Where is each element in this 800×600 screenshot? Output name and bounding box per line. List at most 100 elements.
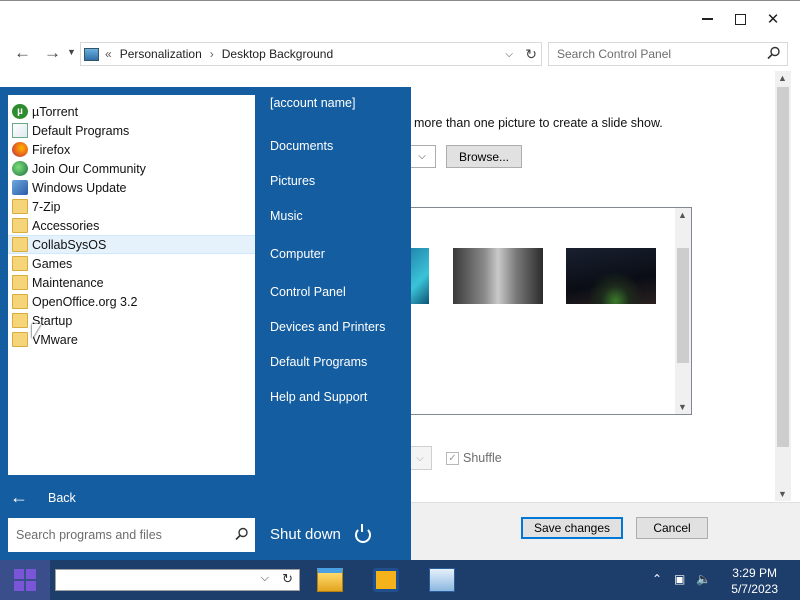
program-label: OpenOffice.org 3.2: [32, 294, 138, 309]
shut-down-button[interactable]: Shut down: [270, 523, 371, 543]
search-icon[interactable]: [767, 46, 781, 60]
clock-time: 3:29 PM: [732, 566, 777, 580]
wallpaper-gallery[interactable]: ▲ ▼: [404, 207, 692, 415]
clock-date: 5/7/2023: [731, 582, 778, 596]
start-button[interactable]: [0, 560, 50, 600]
program-item-firefox[interactable]: Firefox: [8, 140, 255, 159]
folder-icon: [12, 275, 28, 290]
cancel-button[interactable]: Cancel: [636, 517, 708, 539]
system-tray: ⌃ ▣ 🔈 3:29 PM 5/7/2023: [640, 560, 800, 600]
volume-muted-icon[interactable]: 🔈: [696, 572, 711, 586]
gallery-scrollbar[interactable]: ▲ ▼: [675, 208, 691, 414]
start-item-music[interactable]: Music: [270, 209, 303, 223]
back-arrow-icon: ←: [10, 487, 28, 507]
user-name[interactable]: [account name]: [270, 96, 400, 111]
change-interval-dropdown: ⌵: [408, 446, 432, 470]
shuffle-checkbox: ✓ Shuffle: [446, 451, 502, 465]
control-panel-icon: [84, 47, 99, 61]
window-scrollbar[interactable]: ▲ ▼: [775, 71, 791, 501]
folder-icon: [12, 199, 28, 214]
program-folder-startup[interactable]: Startup: [8, 311, 255, 330]
chevron-down-icon[interactable]: ⌵: [261, 572, 269, 585]
folder-icon: [12, 237, 28, 252]
folder-icon: [12, 256, 28, 271]
program-folder-7zip[interactable]: 7-Zip: [8, 197, 255, 216]
breadcrumb-overflow[interactable]: «: [105, 47, 112, 61]
breadcrumb-personalization[interactable]: Personalization: [120, 47, 202, 61]
default-programs-icon: [12, 123, 28, 138]
start-item-documents[interactable]: Documents: [270, 139, 333, 153]
mouse-cursor-icon: [32, 324, 41, 339]
program-item-utorrent[interactable]: µ µTorrent: [8, 102, 255, 121]
taskbar-control-panel[interactable]: [424, 564, 460, 596]
program-item-windows-update[interactable]: Windows Update: [8, 178, 255, 197]
program-item-join-community[interactable]: Join Our Community: [8, 159, 255, 178]
windows-logo-icon: [14, 569, 36, 591]
chevron-down-icon: ⌵: [418, 151, 426, 162]
maximize-button[interactable]: [723, 1, 757, 37]
navigation-bar: ← → ▼ « Personalization › Desktop Backgr…: [0, 41, 800, 67]
program-label: Windows Update: [32, 180, 127, 195]
program-folder-maintenance[interactable]: Maintenance: [8, 273, 255, 292]
program-item-default-programs[interactable]: Default Programs: [8, 121, 255, 140]
breadcrumb-desktop-background[interactable]: Desktop Background: [222, 47, 333, 61]
minimize-icon: [701, 18, 713, 20]
address-dropdown-icon[interactable]: ⌵: [505, 49, 513, 60]
folder-icon: [12, 313, 28, 328]
refresh-icon[interactable]: ↻: [282, 571, 293, 587]
browse-button[interactable]: Browse...: [446, 145, 522, 168]
folder-icon: [12, 332, 28, 347]
start-item-computer[interactable]: Computer: [270, 247, 325, 261]
start-search-input[interactable]: Search programs and files: [8, 518, 255, 552]
taskbar-file-explorer[interactable]: [312, 564, 348, 596]
program-folder-games[interactable]: Games: [8, 254, 255, 273]
control-panel-icon: [429, 568, 455, 592]
power-icon: [354, 523, 371, 543]
refresh-icon[interactable]: ↻: [525, 46, 537, 63]
network-icon[interactable]: ▣: [674, 572, 685, 586]
scroll-down-icon[interactable]: ▼: [778, 489, 787, 499]
forward-arrow-icon[interactable]: →: [44, 43, 61, 63]
file-explorer-icon: [317, 568, 343, 592]
gallery-scroll-thumb[interactable]: [677, 248, 689, 363]
search-control-panel-input[interactable]: Search Control Panel: [548, 42, 788, 66]
program-folder-collabsysos[interactable]: CollabSysOS: [8, 235, 255, 254]
show-hidden-icons-chevron-icon[interactable]: ⌃: [652, 572, 662, 586]
start-item-control-panel[interactable]: Control Panel: [270, 285, 346, 299]
picture-location-dropdown[interactable]: ⌵: [408, 145, 436, 168]
window-scroll-thumb[interactable]: [777, 87, 789, 447]
start-item-default-programs[interactable]: Default Programs: [270, 355, 367, 369]
program-folder-accessories[interactable]: Accessories: [8, 216, 255, 235]
program-label: Games: [32, 256, 73, 271]
minimize-button[interactable]: [690, 1, 724, 37]
start-item-pictures[interactable]: Pictures: [270, 174, 315, 188]
taskbar-vmware[interactable]: [368, 564, 404, 596]
start-item-devices-printers[interactable]: Devices and Printers: [270, 320, 385, 334]
program-folder-vmware[interactable]: VMware: [8, 330, 255, 349]
scroll-down-icon[interactable]: ▼: [678, 402, 687, 412]
close-button[interactable]: ✕: [756, 1, 790, 37]
taskbar-address-input[interactable]: ⌵ ↻: [55, 569, 300, 591]
back-arrow-icon[interactable]: ←: [14, 43, 31, 63]
scroll-up-icon[interactable]: ▲: [678, 210, 687, 220]
recent-pages-chevron-icon[interactable]: ▼: [67, 47, 76, 57]
globe-icon: [12, 161, 28, 176]
firefox-icon: [12, 142, 28, 157]
clock[interactable]: 3:29 PM 5/7/2023: [731, 565, 778, 597]
start-item-help-support[interactable]: Help and Support: [270, 390, 367, 404]
back-button[interactable]: ← Back: [10, 487, 76, 508]
folder-icon: [12, 294, 28, 309]
address-bar[interactable]: « Personalization › Desktop Background ⌵…: [80, 42, 542, 66]
program-label: 7-Zip: [32, 199, 61, 214]
taskbar: ⌵ ↻ ⌃ ▣ 🔈 3:29 PM 5/7/2023: [0, 560, 800, 600]
wallpaper-thumbnail-rock[interactable]: [453, 248, 543, 304]
wallpaper-thumbnail-night-sky[interactable]: [566, 248, 656, 304]
programs-list: µ µTorrent Default Programs Firefox Join …: [8, 95, 255, 475]
program-label: CollabSysOS: [32, 237, 107, 252]
save-changes-button[interactable]: Save changes: [521, 517, 623, 539]
program-folder-openoffice[interactable]: OpenOffice.org 3.2: [8, 292, 255, 311]
scroll-up-icon[interactable]: ▲: [778, 73, 787, 83]
folder-icon: [12, 218, 28, 233]
search-icon[interactable]: [235, 527, 249, 541]
program-label: Default Programs: [32, 123, 130, 138]
